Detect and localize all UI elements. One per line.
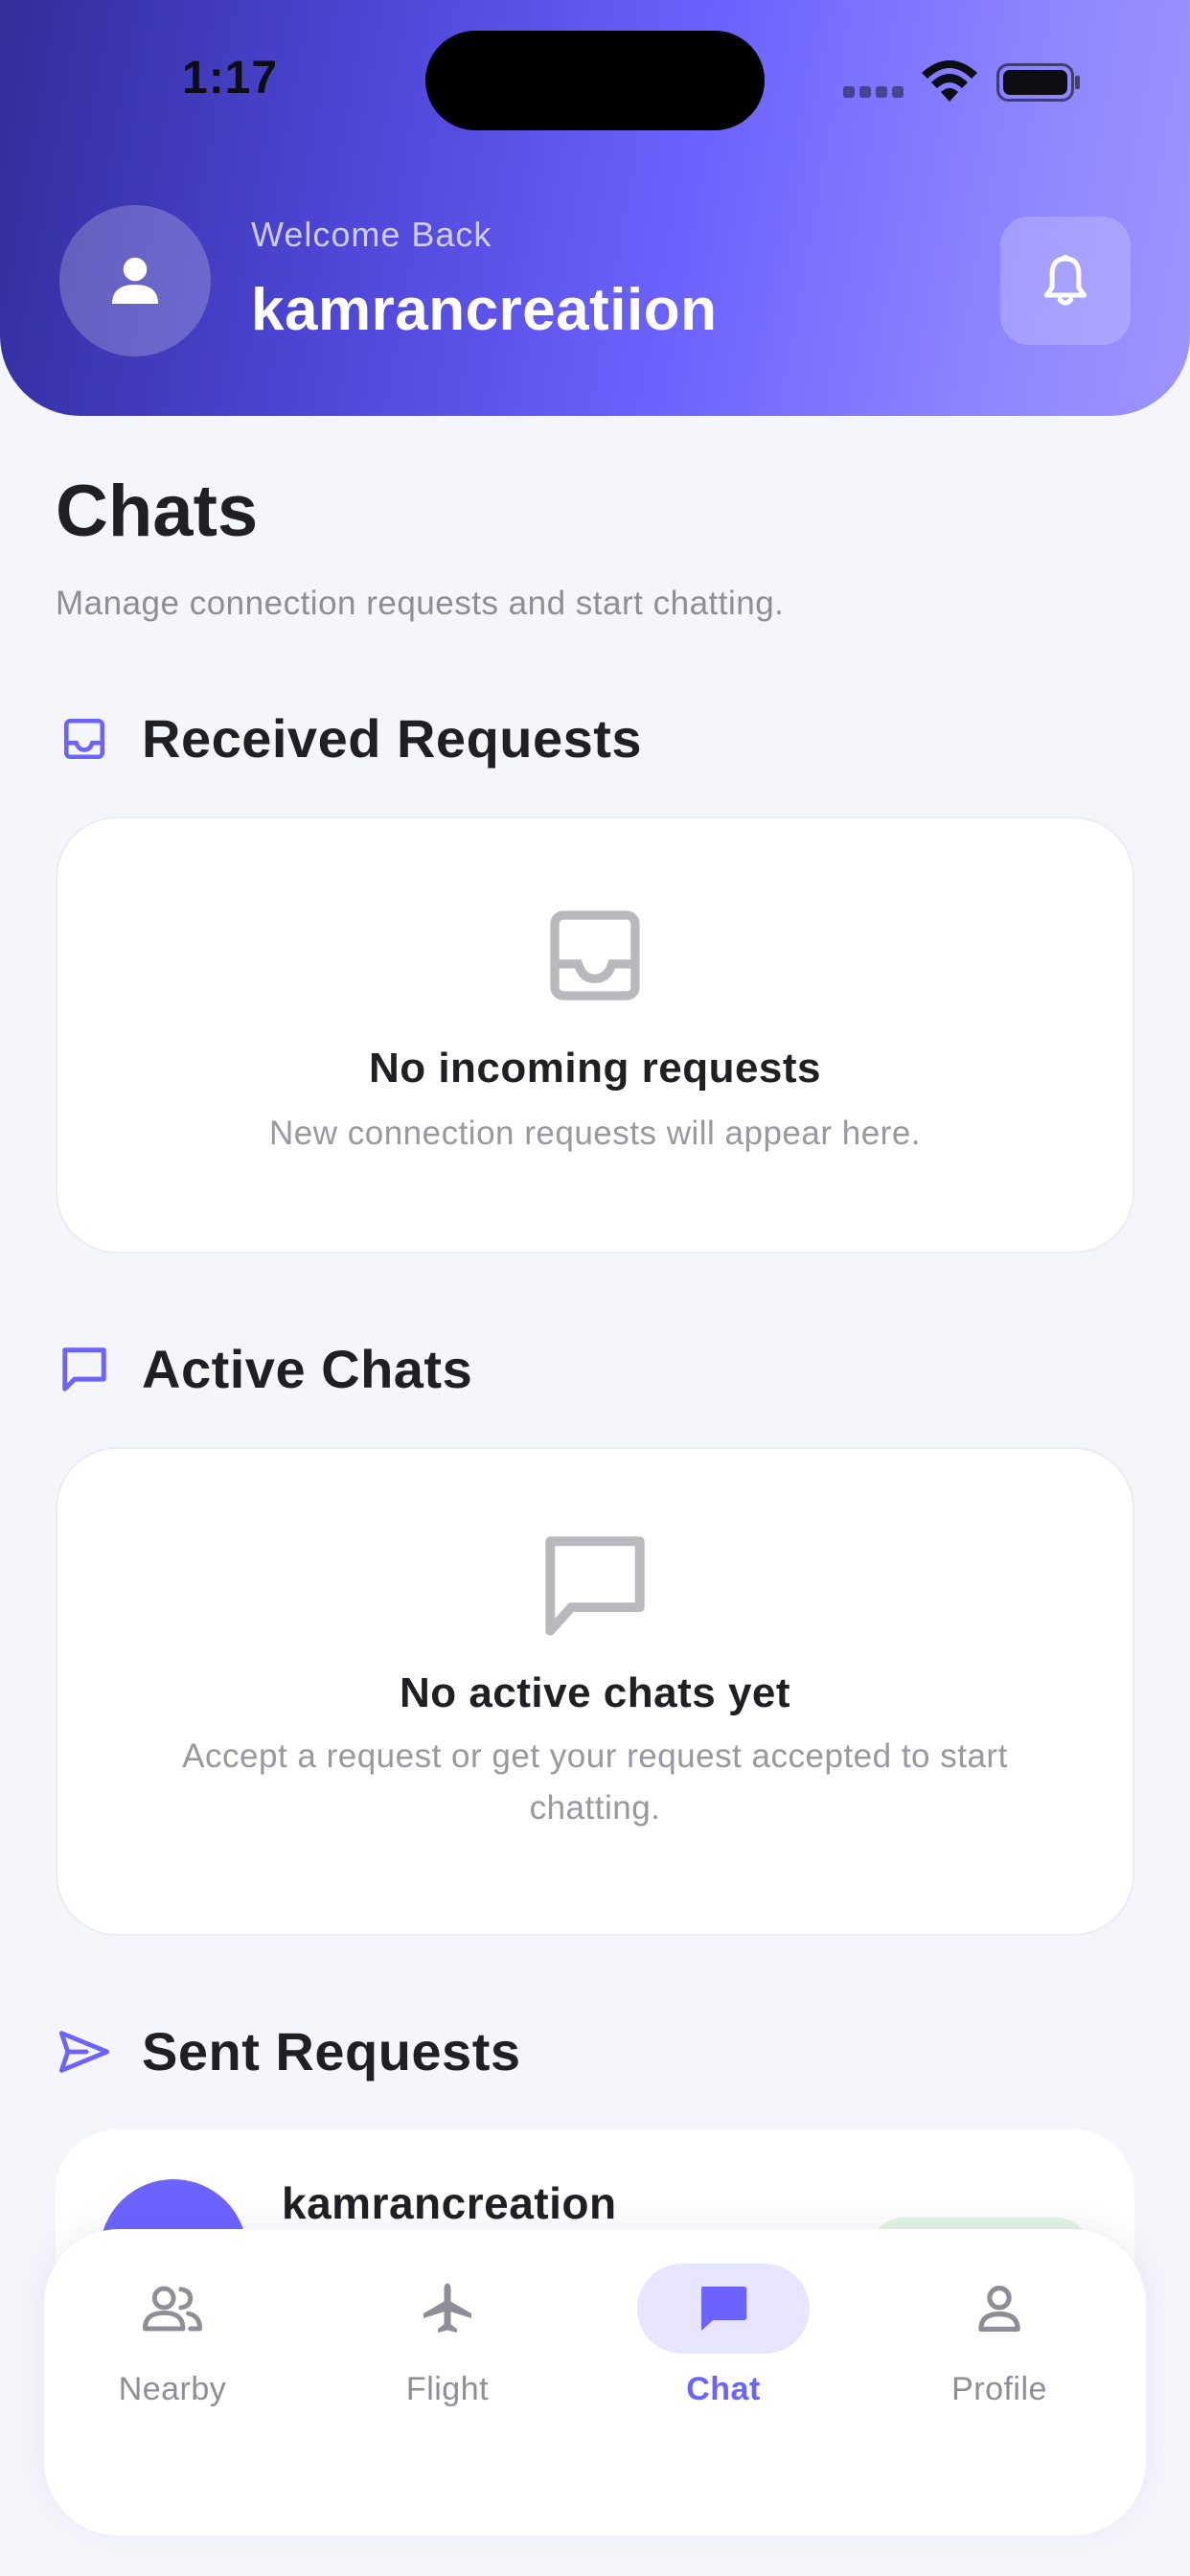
bottom-nav: Nearby Flight Chat Profile bbox=[44, 2229, 1146, 2536]
inbox-icon bbox=[56, 710, 113, 768]
nav-profile-label: Profile bbox=[951, 2371, 1047, 2407]
chats-screen: 1:17 Welcome Back kamrancreatiion Chats … bbox=[0, 0, 1190, 2576]
received-empty-desc: New connection requests will appear here… bbox=[268, 1115, 922, 1152]
send-icon bbox=[56, 2023, 113, 2081]
nav-nearby[interactable]: Nearby bbox=[67, 2264, 278, 2408]
nav-chat[interactable]: Chat bbox=[618, 2264, 829, 2408]
nav-profile[interactable]: Profile bbox=[894, 2264, 1105, 2408]
chat-icon bbox=[637, 2264, 810, 2354]
sent-request-name: kamrancreation bbox=[282, 2178, 617, 2228]
received-requests-title: Received Requests bbox=[142, 708, 643, 769]
username: kamrancreatiion bbox=[251, 277, 718, 343]
notifications-button[interactable] bbox=[1000, 217, 1131, 345]
nav-chat-label: Chat bbox=[686, 2371, 761, 2407]
received-requests-empty-card: No incoming requests New connection requ… bbox=[56, 816, 1134, 1254]
person-outline-icon bbox=[913, 2264, 1086, 2354]
active-empty-desc: Accept a request or get your request acc… bbox=[182, 1737, 1008, 1827]
nav-flight[interactable]: Flight bbox=[342, 2264, 553, 2408]
active-chats-header: Active Chats bbox=[56, 1338, 472, 1400]
received-requests-header: Received Requests bbox=[56, 707, 642, 770]
battery-icon bbox=[996, 63, 1080, 102]
welcome-text: Welcome Back bbox=[251, 215, 492, 254]
nav-flight-label: Flight bbox=[405, 2371, 490, 2407]
active-chats-empty-card: No active chats yet Accept a request or … bbox=[56, 1447, 1134, 1936]
bell-icon bbox=[1043, 254, 1087, 306]
inbox-empty-icon bbox=[544, 905, 646, 1006]
sent-requests-title: Sent Requests bbox=[142, 2021, 521, 2082]
header: 1:17 Welcome Back kamrancreatiion bbox=[0, 0, 1190, 416]
active-empty-title: No active chats yet bbox=[399, 1669, 791, 1716]
status-time: 1:17 bbox=[182, 53, 279, 104]
chat-empty-icon bbox=[538, 1530, 652, 1643]
dynamic-island bbox=[425, 31, 765, 130]
wifi-icon bbox=[922, 60, 977, 102]
airplane-icon bbox=[361, 2264, 534, 2354]
chat-bubble-icon bbox=[56, 1341, 113, 1398]
people-icon bbox=[86, 2264, 259, 2354]
page-subtitle: Manage connection requests and start cha… bbox=[56, 585, 785, 622]
received-empty-title: No incoming requests bbox=[368, 1045, 822, 1092]
active-chats-title: Active Chats bbox=[142, 1339, 473, 1399]
person-icon bbox=[112, 257, 158, 304]
nav-nearby-label: Nearby bbox=[118, 2371, 227, 2407]
sent-requests-header: Sent Requests bbox=[56, 2020, 521, 2082]
page-title: Chats bbox=[56, 471, 259, 552]
user-avatar[interactable] bbox=[59, 205, 211, 356]
signal-icon bbox=[843, 86, 904, 100]
